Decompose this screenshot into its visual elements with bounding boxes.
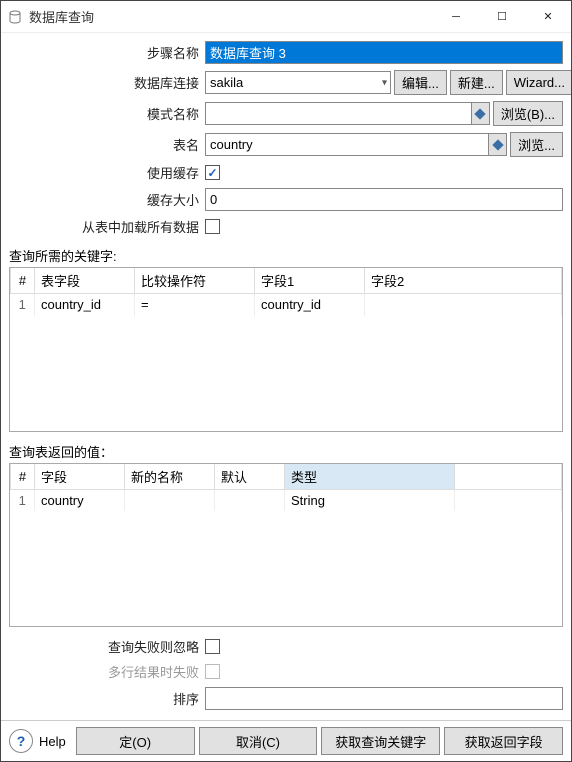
return-section-title: 查询表返回的值： [9, 442, 563, 461]
multirow-fail-checkbox [205, 664, 220, 679]
browse-schema-button[interactable]: 浏览(B)... [493, 101, 563, 126]
get-return-button[interactable]: 获取返回字段 [444, 727, 563, 755]
return-table[interactable]: # 字段 新的名称 默认 类型 1 country String [9, 463, 563, 628]
sort-label: 排序 [9, 689, 205, 708]
return-table-empty-area[interactable] [10, 511, 562, 626]
return-col-spacer [455, 464, 562, 490]
table-row[interactable]: 1 country String [11, 489, 562, 511]
db-connection-select[interactable] [205, 71, 391, 94]
return-col-num[interactable]: # [11, 464, 35, 490]
keys-section-title: 查询所需的关键字: [9, 246, 563, 265]
ok-button[interactable]: 定(O) [76, 727, 195, 755]
multirow-fail-label: 多行结果时失败 [9, 662, 205, 681]
keys-col-f1[interactable]: 字段1 [255, 268, 365, 294]
help-icon[interactable]: ? [9, 729, 33, 753]
table-row[interactable]: 1 country_id = country_id [11, 294, 562, 316]
keys-col-op[interactable]: 比较操作符 [135, 268, 255, 294]
diamond-icon [475, 108, 486, 119]
edit-connection-button[interactable]: 编辑... [394, 70, 447, 95]
load-all-label: 从表中加载所有数据 [9, 217, 205, 236]
cache-size-input[interactable] [205, 188, 563, 211]
diamond-icon [492, 139, 503, 150]
return-col-field[interactable]: 字段 [35, 464, 125, 490]
step-name-input[interactable] [205, 41, 563, 64]
use-cache-checkbox[interactable] [205, 165, 220, 180]
keys-table-empty-area[interactable] [10, 316, 562, 431]
close-button[interactable]: ✕ [525, 1, 571, 33]
load-all-checkbox[interactable] [205, 219, 220, 234]
help-link[interactable]: Help [39, 734, 66, 749]
keys-col-f2[interactable]: 字段2 [365, 268, 562, 294]
window-title: 数据库查询 [29, 7, 433, 26]
browse-table-button[interactable]: 浏览... [510, 132, 563, 157]
app-icon [7, 9, 23, 25]
titlebar: 数据库查询 ─ ☐ ✕ [1, 1, 571, 33]
get-keys-button[interactable]: 获取查询关键字 [321, 727, 440, 755]
schema-label: 模式名称 [9, 104, 205, 123]
table-label: 表名 [9, 135, 205, 154]
return-col-default[interactable]: 默认 [215, 464, 285, 490]
minimize-button[interactable]: ─ [433, 1, 479, 33]
new-connection-button[interactable]: 新建... [450, 70, 503, 95]
table-var-button[interactable] [489, 133, 507, 156]
schema-var-button[interactable] [472, 102, 490, 125]
table-input[interactable] [205, 133, 489, 156]
maximize-button[interactable]: ☐ [479, 1, 525, 33]
cancel-button[interactable]: 取消(C) [199, 727, 318, 755]
wizard-button[interactable]: Wizard... [506, 70, 571, 95]
cache-size-label: 缓存大小 [9, 190, 205, 209]
footer: ? Help 定(O) 取消(C) 获取查询关键字 获取返回字段 [1, 720, 571, 761]
return-header-row: # 字段 新的名称 默认 类型 [11, 464, 562, 490]
return-col-type[interactable]: 类型 [285, 464, 455, 490]
db-connection-label: 数据库连接 [9, 73, 205, 92]
ignore-fail-checkbox[interactable] [205, 639, 220, 654]
sort-input[interactable] [205, 687, 563, 710]
use-cache-label: 使用缓存 [9, 163, 205, 182]
keys-header-row: # 表字段 比较操作符 字段1 字段2 [11, 268, 562, 294]
keys-table[interactable]: # 表字段 比较操作符 字段1 字段2 1 country_id = count… [9, 267, 563, 432]
return-col-newname[interactable]: 新的名称 [125, 464, 215, 490]
keys-col-field[interactable]: 表字段 [35, 268, 135, 294]
keys-col-num[interactable]: # [11, 268, 35, 294]
ignore-fail-label: 查询失败则忽略 [9, 637, 205, 656]
schema-input[interactable] [205, 102, 472, 125]
step-name-label: 步骤名称 [9, 43, 205, 62]
